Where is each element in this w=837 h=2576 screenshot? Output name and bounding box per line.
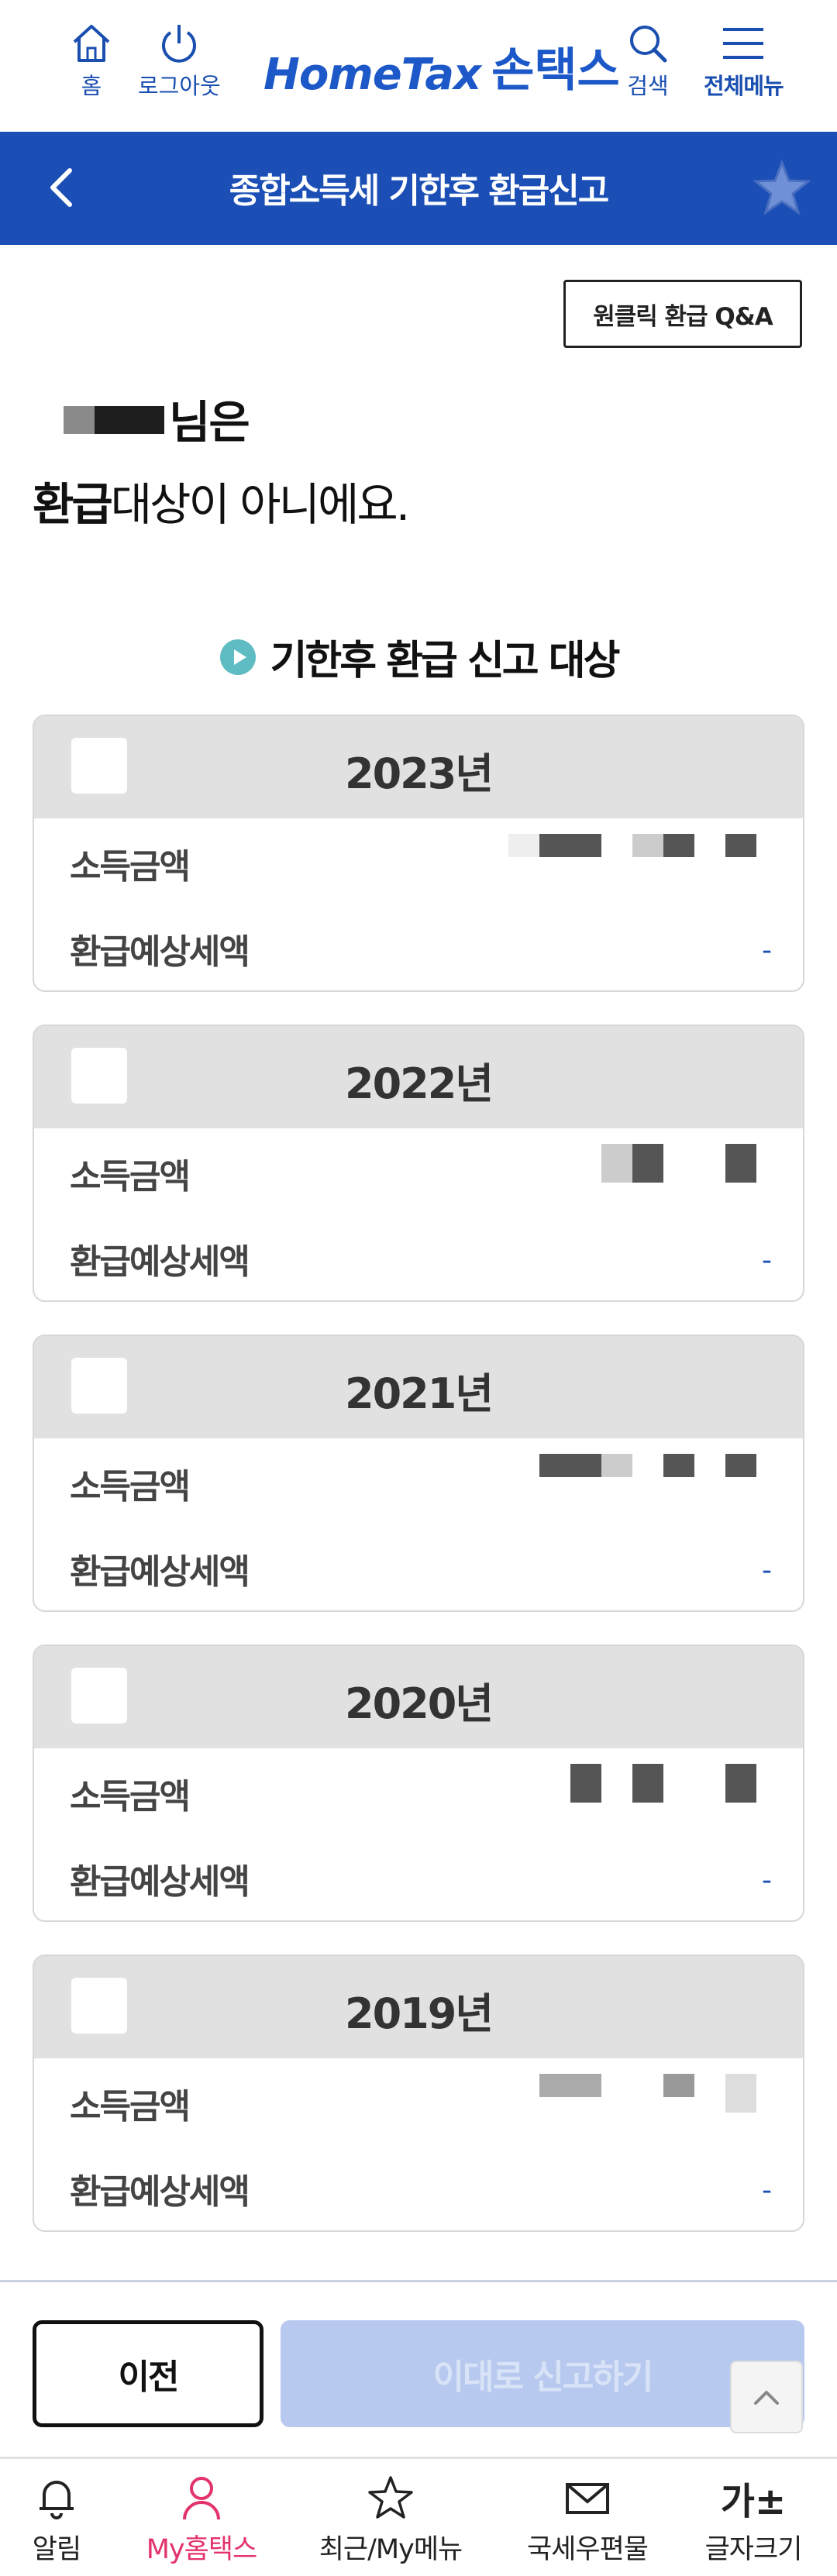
home-label: 홈: [81, 73, 102, 99]
logout-label: 로그아웃: [138, 73, 221, 99]
refund-result-strong: 환급: [33, 478, 113, 531]
nav-font-label: 글자크기: [704, 2534, 803, 2565]
star-icon: [752, 159, 812, 215]
year-label: 2023년: [345, 749, 494, 798]
year-label: 2022년: [345, 1059, 494, 1108]
page-title: 종합소득세 기한후 환급신고: [229, 171, 609, 211]
title-bar: 종합소득세 기한후 환급신고: [0, 132, 837, 245]
hometax-logo[interactable]: HomeTax 손택스: [264, 33, 620, 100]
top-header: 홈 로그아웃 HomeTax 손택스 검색 전체메뉴: [0, 0, 837, 132]
year-card-2019: 2019년 소득금액 환급예상세액 -: [33, 1954, 804, 2232]
year-card-2022: 2022년 소득금액 환급예상세액 -: [33, 1025, 804, 1302]
year-label: 2020년: [345, 1679, 494, 1728]
redacted-name: [64, 406, 164, 434]
nav-tax-mail[interactable]: 국세우편물: [504, 2473, 671, 2567]
income-label: 소득금액: [70, 1777, 191, 1817]
refund-estimate-value: -: [762, 935, 772, 966]
home-icon: [73, 25, 110, 62]
refund-estimate-label: 환급예상세액: [70, 1242, 250, 1282]
search-label: 검색: [627, 73, 669, 99]
search-button[interactable]: 검색: [626, 23, 670, 101]
favorite-button[interactable]: [752, 159, 812, 217]
refund-estimate-label: 환급예상세액: [70, 2172, 250, 2212]
chevron-up-icon: [754, 2391, 779, 2405]
mail-icon: [566, 2483, 609, 2514]
hamburger-icon: [723, 28, 764, 59]
year-label: 2019년: [345, 1989, 494, 2038]
redacted-income-value: [508, 1144, 787, 1190]
income-label: 소득금액: [70, 2087, 191, 2127]
nav-mail-label: 국세우편물: [526, 2534, 649, 2565]
card-header: 2022년: [34, 1026, 803, 1128]
submit-report-button[interactable]: 이대로 신고하기: [281, 2320, 804, 2427]
year-card-2020: 2020년 소득금액 환급예상세액 -: [33, 1644, 804, 1922]
card-header: 2021년: [34, 1336, 803, 1438]
year-card-2023: 2023년 소득금액 환급예상세액 -: [33, 715, 804, 992]
section-header: 기한후 환급 신고 대상: [0, 628, 837, 686]
refund-result: 환급대상이 아니에요.: [33, 468, 410, 533]
power-icon: [162, 25, 197, 63]
refund-estimate-value: -: [762, 1865, 772, 1896]
income-label: 소득금액: [70, 847, 191, 887]
redacted-income-value: [508, 2074, 787, 2120]
income-label: 소득금액: [70, 1157, 191, 1197]
nav-my-hometax[interactable]: My홈택스: [118, 2473, 285, 2567]
bell-icon: [40, 2481, 74, 2519]
card-header: 2023년: [34, 716, 803, 818]
refund-estimate-value: -: [762, 1245, 772, 1276]
prev-button[interactable]: 이전: [33, 2320, 264, 2427]
play-circle-icon: [219, 639, 256, 675]
nav-recent-label: 최근/My메뉴: [319, 2534, 463, 2565]
full-menu-button[interactable]: 전체메뉴: [704, 23, 784, 101]
nav-my-hometax-label: My홈택스: [146, 2534, 258, 2565]
card-header: 2019년: [34, 1956, 803, 2058]
star-outline-icon: [368, 2476, 413, 2519]
refund-estimate-value: -: [762, 2175, 772, 2206]
bottom-nav: 알림 My홈택스 최근/My메뉴 국세우편물 가± 글자크기: [0, 2457, 837, 2576]
nav-font-size[interactable]: 가± 글자크기: [670, 2473, 837, 2567]
bottom-divider: [0, 2280, 837, 2282]
logo-en: HomeTax: [264, 50, 481, 100]
section-title: 기한후 환급 신고 대상: [270, 638, 621, 684]
menu-label: 전체메뉴: [704, 73, 784, 99]
redacted-income-value: [508, 1764, 787, 1810]
refund-result-rest: 대상이 아니에요.: [110, 478, 410, 531]
refund-estimate-label: 환급예상세액: [70, 1552, 250, 1592]
person-icon: [183, 2477, 220, 2520]
year-label: 2021년: [345, 1369, 494, 1418]
scroll-top-button[interactable]: [730, 2361, 803, 2433]
nav-alarm-label: 알림: [32, 2534, 81, 2565]
nav-recent-my-menu[interactable]: 최근/My메뉴: [307, 2473, 474, 2567]
logout-button[interactable]: 로그아웃: [138, 23, 221, 101]
home-button[interactable]: 홈: [70, 23, 113, 101]
income-label: 소득금액: [70, 1467, 191, 1507]
refund-estimate-label: 환급예상세액: [70, 932, 250, 972]
search-icon: [630, 26, 667, 63]
redacted-income-value: [508, 834, 787, 880]
greeting-text: 님은: [169, 396, 250, 449]
redacted-income-value: [508, 1454, 787, 1500]
oneclick-refund-qa-button[interactable]: 원클릭 환급 Q&A: [563, 280, 802, 348]
refund-estimate-label: 환급예상세액: [70, 1862, 250, 1902]
refund-estimate-value: -: [762, 1555, 772, 1586]
card-header: 2020년: [34, 1646, 803, 1748]
year-card-2021: 2021년 소득금액 환급예상세액 -: [33, 1334, 804, 1612]
font-size-icon: 가±: [720, 2480, 787, 2523]
logo-ko: 손택스: [491, 43, 620, 98]
